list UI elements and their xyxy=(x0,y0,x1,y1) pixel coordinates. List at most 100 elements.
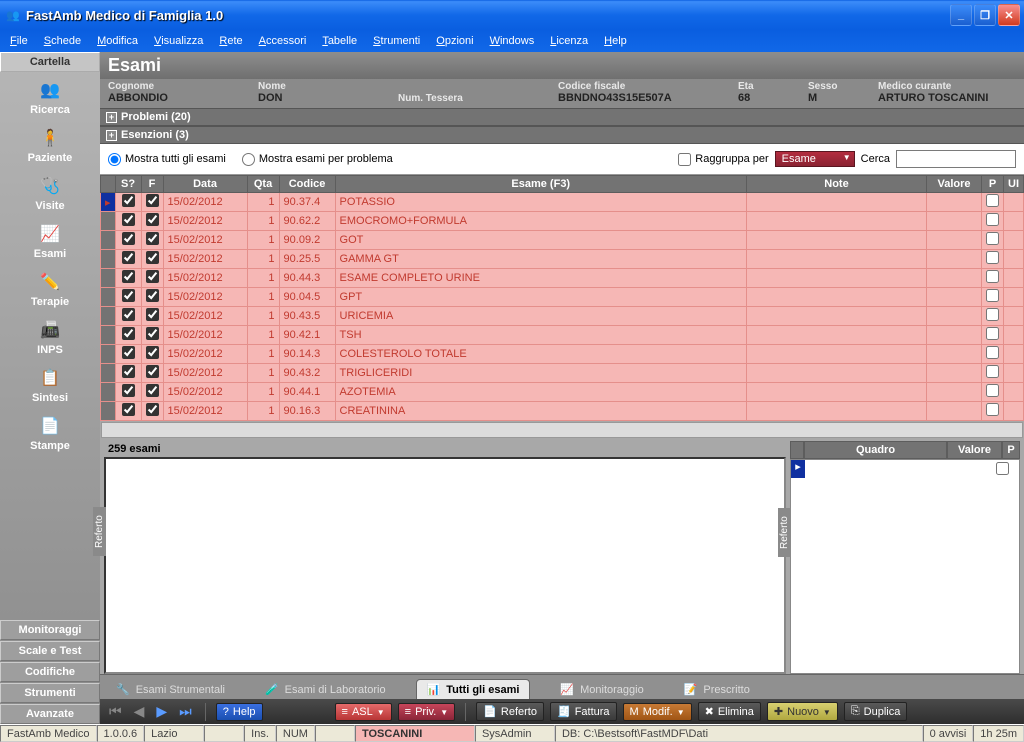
close-button[interactable]: ✕ xyxy=(998,4,1020,26)
tab-tutti-gli-esami[interactable]: 📊Tutti gli esami xyxy=(416,679,531,699)
cell-s[interactable] xyxy=(115,402,141,421)
cell-p[interactable] xyxy=(982,288,1004,307)
cell-f[interactable] xyxy=(141,402,163,421)
table-row[interactable]: 15/02/2012190.42.1TSH xyxy=(101,326,1024,345)
cell-p[interactable] xyxy=(982,269,1004,288)
section-esenzioni[interactable]: + Esenzioni (3) xyxy=(100,126,1024,144)
col-ui[interactable]: UI xyxy=(1004,176,1024,193)
table-row[interactable]: ▸15/02/2012190.37.4POTASSIO xyxy=(101,193,1024,212)
cell-f[interactable] xyxy=(141,193,163,212)
exam-table[interactable]: S?FDataQtaCodiceEsame (F3)NoteValorePUI … xyxy=(100,175,1024,421)
help-button[interactable]: ?Help xyxy=(216,703,263,721)
cell-p[interactable] xyxy=(982,307,1004,326)
col-note[interactable]: Note xyxy=(747,176,927,193)
cell-s[interactable] xyxy=(115,326,141,345)
menu-visualizza[interactable]: Visualizza xyxy=(148,33,209,49)
table-row[interactable]: 15/02/2012190.16.3CREATININA xyxy=(101,402,1024,421)
cell-s[interactable] xyxy=(115,364,141,383)
menu-file[interactable]: File xyxy=(4,33,34,49)
cell-s[interactable] xyxy=(115,307,141,326)
elimina-button[interactable]: ✖Elimina xyxy=(698,702,761,721)
horizontal-scrollbar[interactable] xyxy=(101,422,1023,438)
table-row[interactable]: 15/02/2012190.09.2GOT xyxy=(101,231,1024,250)
sidebar-item-esami[interactable]: 📈Esami xyxy=(0,216,100,264)
sidebar-item-stampe[interactable]: 📄Stampe xyxy=(0,408,100,456)
cell-s[interactable] xyxy=(115,193,141,212)
sidebar-item-ricerca[interactable]: 👥Ricerca xyxy=(0,72,100,120)
table-row[interactable]: 15/02/2012190.43.2TRIGLICERIDI xyxy=(101,364,1024,383)
menu-opzioni[interactable]: Opzioni xyxy=(430,33,479,49)
referto-box[interactable]: Referto xyxy=(104,457,786,674)
table-row[interactable]: 15/02/2012190.14.3COLESTEROLO TOTALE xyxy=(101,345,1024,364)
cell-s[interactable] xyxy=(115,250,141,269)
col-marker[interactable] xyxy=(101,176,116,193)
menu-schede[interactable]: Schede xyxy=(38,33,87,49)
fattura-button[interactable]: 🧾Fattura xyxy=(550,702,617,721)
maximize-button[interactable]: ❐ xyxy=(974,4,996,26)
sidebar-item-terapie[interactable]: ✏️Terapie xyxy=(0,264,100,312)
sidebar-item-paziente[interactable]: 🧍Paziente xyxy=(0,120,100,168)
modif-button[interactable]: MModif. xyxy=(623,703,692,721)
col-s[interactable]: S? xyxy=(115,176,141,193)
col-valore[interactable]: Valore xyxy=(927,176,982,193)
duplica-button[interactable]: ⎘Duplica xyxy=(844,702,908,721)
tab-prescritto[interactable]: 📝Prescritto xyxy=(674,680,760,699)
sidebar-btn-monitoraggi[interactable]: Monitoraggi xyxy=(0,620,100,640)
cell-f[interactable] xyxy=(141,345,163,364)
search-input[interactable] xyxy=(896,150,1016,168)
nav-next-icon[interactable]: ▶ xyxy=(153,703,170,720)
sidebar-btn-strumenti[interactable]: Strumenti xyxy=(0,683,100,703)
cell-p[interactable] xyxy=(982,402,1004,421)
cell-p[interactable] xyxy=(982,364,1004,383)
table-row[interactable]: 15/02/2012190.04.5GPT xyxy=(101,288,1024,307)
col-p[interactable]: P xyxy=(982,176,1004,193)
cell-p[interactable] xyxy=(982,231,1004,250)
cell-p[interactable] xyxy=(982,383,1004,402)
cell-f[interactable] xyxy=(141,307,163,326)
col-codice[interactable]: Codice xyxy=(279,176,335,193)
col-quadro[interactable]: Quadro xyxy=(804,441,947,459)
menu-licenza[interactable]: Licenza xyxy=(544,33,594,49)
menu-accessori[interactable]: Accessori xyxy=(253,33,313,49)
col-p[interactable]: P xyxy=(1002,441,1020,459)
col-data[interactable]: Data xyxy=(163,176,247,193)
cell-s[interactable] xyxy=(115,269,141,288)
radio-by-problem[interactable]: Mostra esami per problema xyxy=(242,153,393,166)
cell-p[interactable] xyxy=(982,250,1004,269)
sidebar-item-visite[interactable]: 🩺Visite xyxy=(0,168,100,216)
cell-p[interactable] xyxy=(982,345,1004,364)
cell-f[interactable] xyxy=(141,383,163,402)
tab-esami-di-laboratorio[interactable]: 🧪Esami di Laboratorio xyxy=(255,680,396,699)
table-row[interactable]: 15/02/2012190.44.3ESAME COMPLETO URINE xyxy=(101,269,1024,288)
cell-s[interactable] xyxy=(115,288,141,307)
sidebar-btn-codifiche[interactable]: Codifiche xyxy=(0,662,100,682)
menu-modifica[interactable]: Modifica xyxy=(91,33,144,49)
cell-p[interactable] xyxy=(982,212,1004,231)
col-valore[interactable]: Valore xyxy=(947,441,1002,459)
table-row[interactable]: 15/02/2012190.44.1AZOTEMIA xyxy=(101,383,1024,402)
tab-esami-strumentali[interactable]: 🔧Esami Strumentali xyxy=(106,680,235,699)
group-combo[interactable]: Esame xyxy=(775,151,855,167)
nav-first-icon[interactable]: ⏮ xyxy=(106,703,125,720)
cell-f[interactable] xyxy=(141,212,163,231)
cell-s[interactable] xyxy=(115,212,141,231)
menu-help[interactable]: Help xyxy=(598,33,633,49)
sidebar-item-inps[interactable]: 📠INPS xyxy=(0,312,100,360)
cell-f[interactable] xyxy=(141,288,163,307)
menu-rete[interactable]: Rete xyxy=(213,33,248,49)
nav-last-icon[interactable]: ⏭ xyxy=(176,703,195,720)
menu-tabelle[interactable]: Tabelle xyxy=(316,33,363,49)
sidebar-header[interactable]: Cartella xyxy=(0,52,100,72)
nuovo-button[interactable]: ✚Nuovo xyxy=(767,702,838,721)
asl-button[interactable]: ≡ASL xyxy=(335,703,392,721)
table-row[interactable]: 15/02/2012190.25.5GAMMA GT xyxy=(101,250,1024,269)
cell-f[interactable] xyxy=(141,269,163,288)
cell-s[interactable] xyxy=(115,231,141,250)
menu-strumenti[interactable]: Strumenti xyxy=(367,33,426,49)
radio-all[interactable]: Mostra tutti gli esami xyxy=(108,153,226,166)
sidebar-item-sintesi[interactable]: 📋Sintesi xyxy=(0,360,100,408)
mini-table-body[interactable]: ▸ Referto xyxy=(790,459,1020,674)
group-checkbox[interactable]: Raggruppa per xyxy=(678,153,768,166)
sidebar-btn-scale-e-test[interactable]: Scale e Test xyxy=(0,641,100,661)
cell-f[interactable] xyxy=(141,250,163,269)
